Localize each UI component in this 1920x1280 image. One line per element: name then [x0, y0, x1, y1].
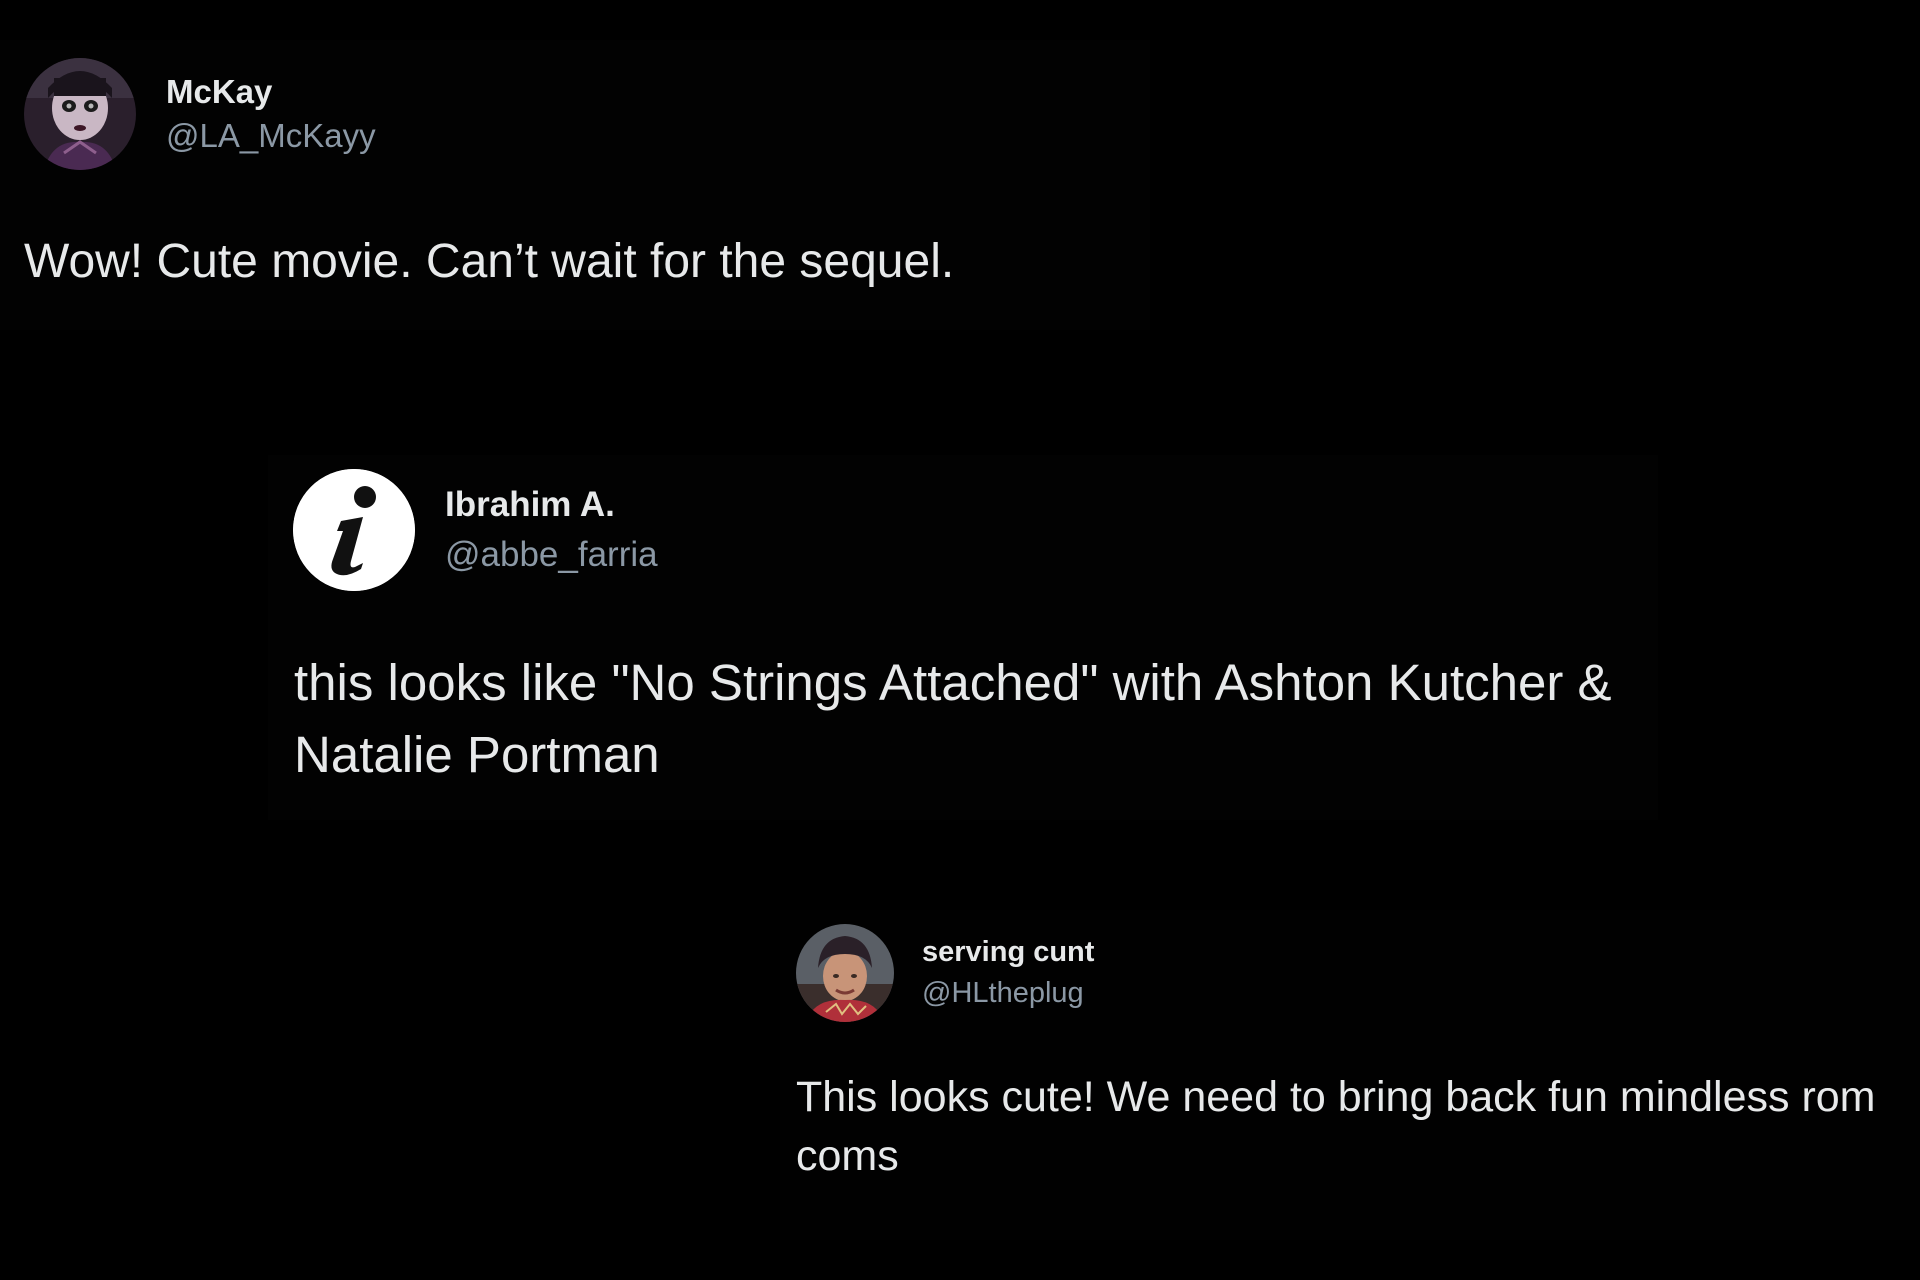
- info-i-logo-icon: [293, 469, 415, 591]
- display-name[interactable]: Ibrahim A.: [445, 485, 658, 525]
- author-names: Ibrahim A. @abbe_farria: [445, 485, 658, 575]
- user-handle[interactable]: @abbe_farria: [445, 535, 658, 575]
- tweet-header: Ibrahim A. @abbe_farria: [293, 469, 658, 591]
- user-handle[interactable]: @LA_McKayy: [166, 117, 376, 155]
- tweet-card-ibrahim[interactable]: Ibrahim A. @abbe_farria this looks like …: [268, 455, 1658, 820]
- avatar[interactable]: [293, 469, 415, 591]
- avatar[interactable]: [24, 58, 136, 170]
- display-name[interactable]: serving cunt: [922, 936, 1094, 969]
- tweet-card-mckay[interactable]: McKay @LA_McKayy Wow! Cute movie. Can’t …: [0, 40, 1150, 330]
- avatar[interactable]: [796, 924, 894, 1022]
- tweet-text: this looks like "No Strings Attached" wi…: [294, 654, 1626, 783]
- selfie-portrait-icon: [796, 924, 894, 1022]
- tweet-text: This looks cute! We need to bring back f…: [796, 1073, 1888, 1180]
- author-names: McKay @LA_McKayy: [166, 73, 376, 155]
- tweet-card-serving[interactable]: serving cunt @HLtheplug This looks cute!…: [780, 910, 1920, 1240]
- doll-portrait-icon: [24, 58, 136, 170]
- author-names: serving cunt @HLtheplug: [922, 936, 1094, 1010]
- tweet-header: McKay @LA_McKayy: [24, 58, 376, 170]
- user-handle[interactable]: @HLtheplug: [922, 977, 1094, 1010]
- tweet-header: serving cunt @HLtheplug: [796, 924, 1094, 1022]
- display-name[interactable]: McKay: [166, 73, 376, 111]
- tweet-text: Wow! Cute movie. Can’t wait for the sequ…: [24, 235, 955, 288]
